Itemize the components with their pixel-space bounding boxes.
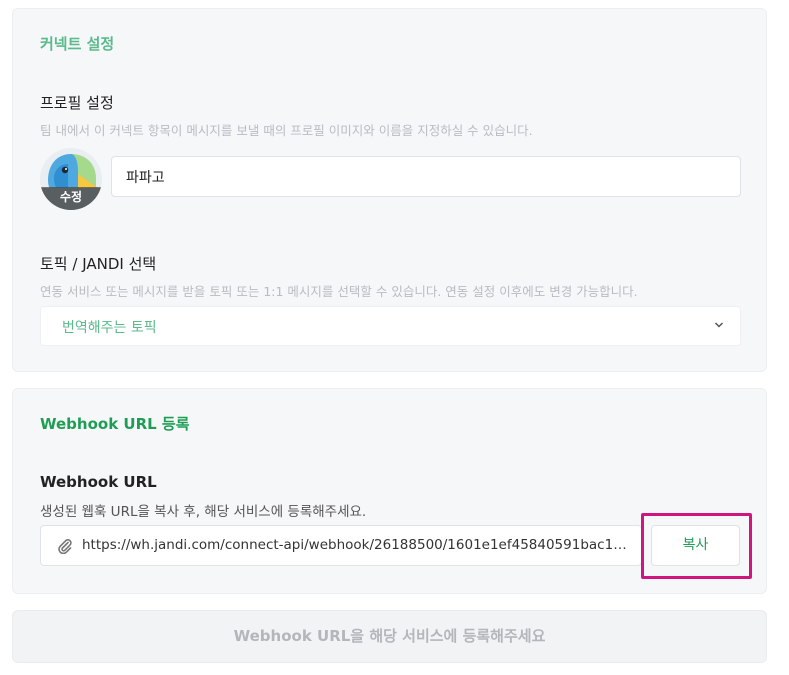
copy-button[interactable]: 복사 (651, 525, 740, 566)
webhook-url-text: https://wh.jandi.com/connect-api/webhook… (82, 537, 630, 553)
connect-settings-card: 커넥트 설정 프로필 설정 팀 내에서 이 커넥트 항목이 메시지를 보낼 때의… (12, 8, 767, 372)
avatar-edit-label: 수정 (40, 187, 102, 210)
chevron-down-icon (714, 322, 724, 328)
webhook-url-description: 생성된 웹훅 URL을 복사 후, 해당 서비스에 등록해주세요. (40, 504, 367, 520)
webhook-url-label: Webhook URL (40, 473, 157, 491)
webhook-section-title: Webhook URL 등록 (40, 415, 190, 433)
topic-select-description: 연동 서비스 또는 메시지를 받을 토픽 또는 1:1 메시지를 선택할 수 있… (40, 284, 638, 299)
profile-settings-description: 팀 내에서 이 커넥트 항목이 메시지를 보낼 때의 프로필 이미지와 이름을 … (40, 123, 533, 138)
profile-settings-label: 프로필 설정 (40, 94, 114, 112)
webhook-card: Webhook URL 등록 Webhook URL 생성된 웹훅 URL을 복… (12, 388, 767, 594)
webhook-url-field[interactable]: https://wh.jandi.com/connect-api/webhook… (40, 525, 642, 566)
register-webhook-button[interactable]: Webhook URL을 해당 서비스에 등록해주세요 (12, 610, 767, 663)
paperclip-icon (58, 539, 72, 554)
connect-settings-title: 커넥트 설정 (40, 35, 115, 53)
topic-dropdown[interactable]: 번역해주는 토픽 (40, 306, 741, 346)
profile-avatar[interactable]: 수정 (40, 148, 102, 210)
topic-select-label: 토픽 / JANDI 선택 (40, 255, 157, 273)
topic-dropdown-value: 번역해주는 토픽 (62, 320, 157, 336)
profile-name-input[interactable] (111, 156, 741, 197)
